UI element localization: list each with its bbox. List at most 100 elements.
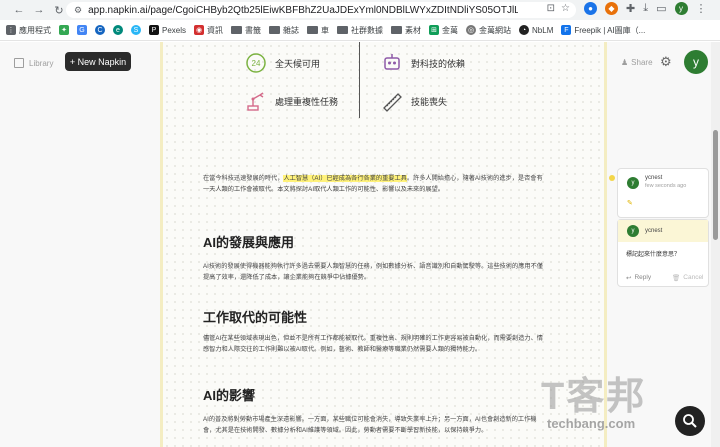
download-icon[interactable]: ⤓ — [643, 2, 648, 15]
bookmark-s[interactable]: S — [131, 25, 141, 35]
reply-button[interactable]: ↩ Reply — [626, 274, 651, 282]
library-label: Library — [29, 58, 54, 68]
bookmark-label: 素材 — [405, 25, 422, 35]
highlighted-text[interactable]: 人工智慧（AI）已經成為各行各業的重要工具 — [283, 175, 407, 182]
reply-label: Reply — [634, 274, 652, 281]
bookmark-g[interactable]: G — [77, 25, 87, 35]
bookmark-folder-assets[interactable]: 素材 — [391, 25, 421, 36]
pencil-icon[interactable]: ✎ — [627, 199, 633, 207]
extension-icon[interactable]: ◆ — [605, 2, 618, 15]
scrollbar-track[interactable] — [711, 42, 720, 447]
reply-card[interactable]: y ycnest 標記起來什麼意思？ ↩ Reply 🗑 Cancel — [617, 219, 709, 287]
svg-text:24: 24 — [252, 59, 261, 68]
library-icon — [14, 58, 24, 68]
sidebar-toggle-icon[interactable]: ▭ — [656, 2, 666, 15]
section-heading[interactable]: AI的影響 — [203, 385, 255, 404]
forward-button[interactable]: → — [30, 1, 48, 19]
pexels-icon: P — [149, 25, 159, 35]
bookmark-folder-magazine[interactable]: 雜誌 — [269, 25, 299, 36]
section-paragraph[interactable]: AI技術的發展使得機器能夠執行許多過去需要人類智慧的任務，例如數據分析、語音識別… — [203, 262, 548, 283]
section-heading[interactable]: 工作取代的可能性 — [203, 307, 307, 326]
diagram-item-always-available[interactable]: 24 全天候可用 — [245, 52, 320, 74]
bookmark-label: 應用程式 — [19, 25, 51, 35]
bookmark-puzzle[interactable]: ✦ — [59, 25, 69, 35]
bookmark-label: 車 — [321, 25, 330, 35]
watermark-logo: T客邦 techbang.com — [541, 365, 681, 439]
document-canvas[interactable]: 24 全天候可用 對科技的依賴 處理重複性任務 技能喪失 在當今科技迅速發展的時… — [160, 42, 607, 447]
bookmark-folder-car[interactable]: 車 — [307, 25, 329, 36]
freepik-icon: F — [561, 25, 572, 35]
saw-icon — [381, 90, 403, 112]
bookmark-info[interactable]: ◉ 資訊 — [194, 25, 223, 36]
folder-icon — [391, 26, 403, 34]
share-button[interactable]: ♟ Share — [621, 58, 653, 67]
bookmark-label: NbLM — [532, 25, 554, 35]
diagram-item-label: 全天候可用 — [275, 58, 321, 69]
bookmark-label: Freepik | AI圖庫（... — [574, 25, 646, 35]
bookmark-freepik[interactable]: F Freepik | AI圖庫（... — [561, 25, 645, 36]
bookmark-apps[interactable]: ⋮ 應用程式 — [6, 25, 51, 36]
c-icon: C — [95, 25, 105, 35]
url-text[interactable]: app.napkin.ai/page/CgoiCHByb2Qtb25lEiwKB… — [88, 5, 518, 16]
robot-icon — [381, 52, 403, 74]
bookmark-label: 資訊 — [207, 25, 224, 35]
folder-icon — [231, 26, 243, 34]
intro-paragraph[interactable]: 在當今科技迅速發展的時代，人工智慧（AI）已經成為各行各業的重要工具。許多人開始… — [203, 174, 548, 195]
bookmark-label: 金萬網站 — [479, 25, 512, 35]
puzzle-icon: ✦ — [59, 25, 69, 35]
address-bar[interactable]: ⚙ app.napkin.ai/page/CgoiCHByb2Qtb25lEiw… — [66, 2, 576, 18]
section-heading[interactable]: AI的發展與應用 — [203, 232, 294, 251]
extensions-puzzle-icon[interactable]: ✚ — [626, 2, 635, 15]
section-paragraph[interactable]: 儘管AI在某些領域表現出色，但並不是所有工作都能被取代。重複性高、規則明確的工作… — [203, 334, 548, 355]
diagram-item-label: 處理重複性任務 — [275, 96, 339, 107]
new-napkin-button[interactable]: + New Napkin — [65, 52, 131, 71]
diagram-item-tech-dependence[interactable]: 對科技的依賴 — [381, 52, 465, 74]
bookmark-label: 書籤 — [245, 25, 262, 35]
reply-text[interactable]: 標記起來什麼意思？ — [626, 249, 680, 258]
site-info-icon[interactable]: ⚙ — [74, 5, 82, 16]
section-paragraph[interactable]: AI的普及將對勞動市場產生深遠影響。一方面，某些職位可能會消失，導致失業率上升；… — [203, 415, 548, 436]
comment-time: few seconds ago — [645, 183, 687, 189]
diagram-item-repetitive-tasks[interactable]: 處理重複性任務 — [245, 90, 338, 112]
screenshot-icon[interactable]: ⊡ — [547, 3, 555, 14]
bookmarks-bar: ⋮ 應用程式 ✦ G C e S P Pexels ◉ 資訊 書籤 雜誌 車 社群數據… — [0, 20, 720, 41]
apps-icon: ⋮ — [6, 25, 16, 35]
g-icon: G — [77, 25, 87, 35]
chrome-menu-icon[interactable]: ⋮ — [696, 2, 707, 15]
comment-author: ycnest — [645, 175, 663, 181]
bookmark-c[interactable]: C — [95, 25, 105, 35]
bookmark-finance-site[interactable]: ◎ 金萬網站 — [466, 25, 511, 36]
library-button[interactable]: Library — [14, 58, 53, 68]
bookmark-star-icon[interactable]: ☆ — [561, 3, 570, 14]
bookmark-e[interactable]: e — [113, 25, 123, 35]
folder-icon — [269, 26, 281, 34]
diagram-item-label: 對科技的依賴 — [411, 58, 466, 69]
settings-gear-icon[interactable]: ⚙ — [660, 54, 672, 70]
trash-icon: 🗑 — [672, 275, 681, 282]
folder-icon — [337, 26, 349, 34]
chrome-profile-avatar[interactable]: y — [674, 2, 688, 15]
comment-card[interactable]: y ycnest few seconds ago ✎ — [617, 168, 709, 218]
bookmark-nblm[interactable]: ◔ NbLM — [519, 25, 553, 35]
finance-icon: ◎ — [466, 25, 477, 35]
diagram-item-label: 技能喪失 — [411, 96, 448, 107]
info-icon: ◉ — [194, 25, 205, 35]
back-button[interactable]: ← — [10, 1, 28, 19]
bookmark-pexels[interactable]: P Pexels — [149, 25, 186, 35]
browser-toolbar: ← → ↻ ⚙ app.napkin.ai/page/CgoiCHByb2Qtb… — [0, 0, 720, 20]
bookmark-finance[interactable]: ⊞ 金萬 — [429, 25, 458, 36]
bookmark-label: 金萬 — [442, 25, 459, 35]
robot-arm-icon — [245, 90, 267, 112]
profile-sync-icon[interactable]: ● — [584, 2, 597, 15]
user-avatar[interactable]: y — [684, 50, 708, 74]
scrollbar-thumb[interactable] — [713, 130, 718, 240]
search-fab[interactable] — [675, 406, 705, 436]
napkin-app: Library + New Napkin ♟ Share ⚙ y 24 全天候可… — [0, 42, 720, 447]
bookmark-folder-bookmarks[interactable]: 書籤 — [231, 25, 261, 36]
comment-marker[interactable] — [609, 175, 615, 181]
bookmark-folder-social[interactable]: 社群數據 — [337, 25, 383, 36]
diagram-item-skill-loss[interactable]: 技能喪失 — [381, 90, 447, 112]
nblm-icon: ◔ — [519, 25, 530, 35]
bookmark-label: Pexels — [162, 25, 187, 35]
cancel-button[interactable]: 🗑 Cancel — [672, 274, 704, 282]
